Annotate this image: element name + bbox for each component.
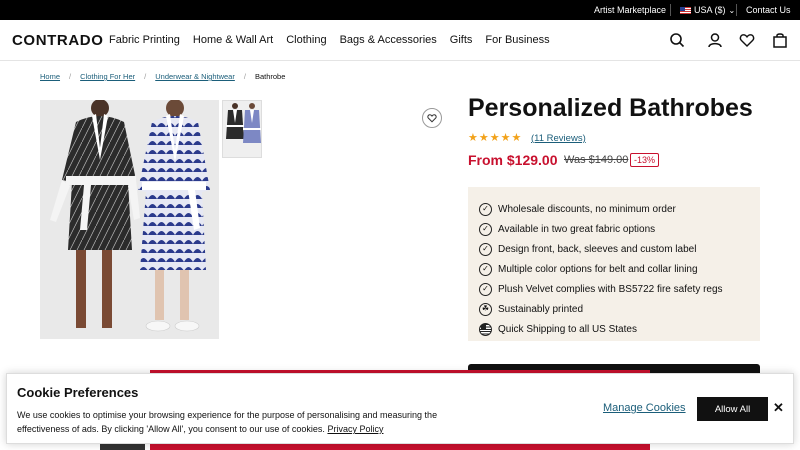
nav-item-gifts[interactable]: Gifts xyxy=(450,34,473,46)
allow-all-button[interactable]: Allow All xyxy=(697,397,768,421)
feature-text: Wholesale discounts, no minimum order xyxy=(498,203,676,215)
check-icon: ✓ xyxy=(479,202,492,216)
feature-list: ✓ Wholesale discounts, no minimum order … xyxy=(468,187,760,341)
search-icon[interactable] xyxy=(669,32,685,48)
manage-cookies-link[interactable]: Manage Cookies xyxy=(603,402,686,414)
breadcrumb-separator: / xyxy=(243,72,246,81)
main-nav: Fabric Printing Home & Wall Art Clothing… xyxy=(109,34,550,46)
feature-item: ✓ Wholesale discounts, no minimum order xyxy=(468,199,760,219)
top-utility-bar: Artist Marketplace USA ($) ⌄ Contact Us xyxy=(0,0,800,20)
privacy-policy-link[interactable]: Privacy Policy xyxy=(327,424,383,434)
divider xyxy=(670,4,671,16)
bag-icon[interactable] xyxy=(772,32,788,48)
product-thumbnail[interactable] xyxy=(222,100,262,158)
wishlist-button[interactable] xyxy=(422,108,442,128)
feature-text: Available in two great fabric options xyxy=(498,223,656,235)
nav-item-clothing[interactable]: Clothing xyxy=(286,34,326,46)
close-icon[interactable]: ✕ xyxy=(773,400,784,416)
feature-item: ☘ Sustainably printed xyxy=(468,299,760,319)
check-icon: ✓ xyxy=(479,262,492,276)
feature-text: Sustainably printed xyxy=(498,303,584,315)
chevron-down-icon: ⌄ xyxy=(728,6,736,15)
cookie-title: Cookie Preferences xyxy=(17,385,139,400)
breadcrumb-separator: / xyxy=(144,72,147,81)
check-icon: ✓ xyxy=(479,282,492,296)
logo[interactable]: CONTRADO xyxy=(12,32,103,49)
site-header: CONTRADO Fabric Printing Home & Wall Art… xyxy=(0,20,800,61)
breadcrumb-underwear-nightwear[interactable]: Underwear & Nightwear xyxy=(155,72,235,81)
feature-text: Design front, back, sleeves and custom l… xyxy=(498,243,697,255)
heart-icon[interactable] xyxy=(739,32,755,48)
divider xyxy=(736,4,737,16)
feature-item: ✓ Available in two great fabric options xyxy=(468,219,760,239)
nav-item-home-wall-art[interactable]: Home & Wall Art xyxy=(193,34,273,46)
artist-marketplace-link[interactable]: Artist Marketplace xyxy=(594,5,666,15)
nav-item-bags-accessories[interactable]: Bags & Accessories xyxy=(340,34,437,46)
product-main-image[interactable] xyxy=(40,100,219,339)
feature-item: ✓ Multiple color options for belt and co… xyxy=(468,259,760,279)
heart-icon xyxy=(427,114,437,123)
feature-item: ✓ Design front, back, sleeves and custom… xyxy=(468,239,760,259)
original-price: Was $149.00 xyxy=(564,154,629,166)
thumbnail-image xyxy=(223,101,261,157)
flag-icon xyxy=(479,322,492,336)
feature-item: Quick Shipping to all US States xyxy=(468,319,760,339)
breadcrumb-clothing-for-her[interactable]: Clothing For Her xyxy=(80,72,135,81)
breadcrumb-current: Bathrobe xyxy=(254,72,286,81)
product-title: Personalized Bathrobes xyxy=(468,94,753,122)
feature-text: Quick Shipping to all US States xyxy=(498,323,637,335)
rating-stars: ★★★★★ xyxy=(468,132,523,144)
currency-label: USA ($) xyxy=(694,5,726,15)
feature-text: Plush Velvet complies with BS5722 fire s… xyxy=(498,283,723,295)
check-icon: ✓ xyxy=(479,242,492,256)
contact-us-link[interactable]: Contact Us xyxy=(746,5,791,15)
breadcrumb: Home / Clothing For Her / Underwear & Ni… xyxy=(40,72,285,81)
leaf-icon: ☘ xyxy=(479,302,492,316)
cookie-banner: Cookie Preferences We use cookies to opt… xyxy=(6,373,794,444)
reviews-link[interactable]: (11 Reviews) xyxy=(531,133,586,144)
feature-item: ✓ Plush Velvet complies with BS5722 fire… xyxy=(468,279,760,299)
cookie-text: We use cookies to optimise your browsing… xyxy=(17,408,477,436)
discount-badge: -13% xyxy=(630,153,660,167)
check-icon: ✓ xyxy=(479,222,492,236)
us-flag-icon xyxy=(680,7,691,14)
nav-item-for-business[interactable]: For Business xyxy=(485,34,549,46)
breadcrumb-home[interactable]: Home xyxy=(40,72,60,81)
account-icon[interactable] xyxy=(707,32,723,48)
nav-item-fabric-printing[interactable]: Fabric Printing xyxy=(109,34,180,46)
breadcrumb-separator: / xyxy=(69,72,72,81)
bathrobe-models-image xyxy=(50,100,210,332)
currency-selector[interactable]: USA ($) ⌄ xyxy=(680,5,735,15)
feature-text: Multiple color options for belt and coll… xyxy=(498,263,698,275)
product-price: From $129.00 xyxy=(468,152,558,168)
